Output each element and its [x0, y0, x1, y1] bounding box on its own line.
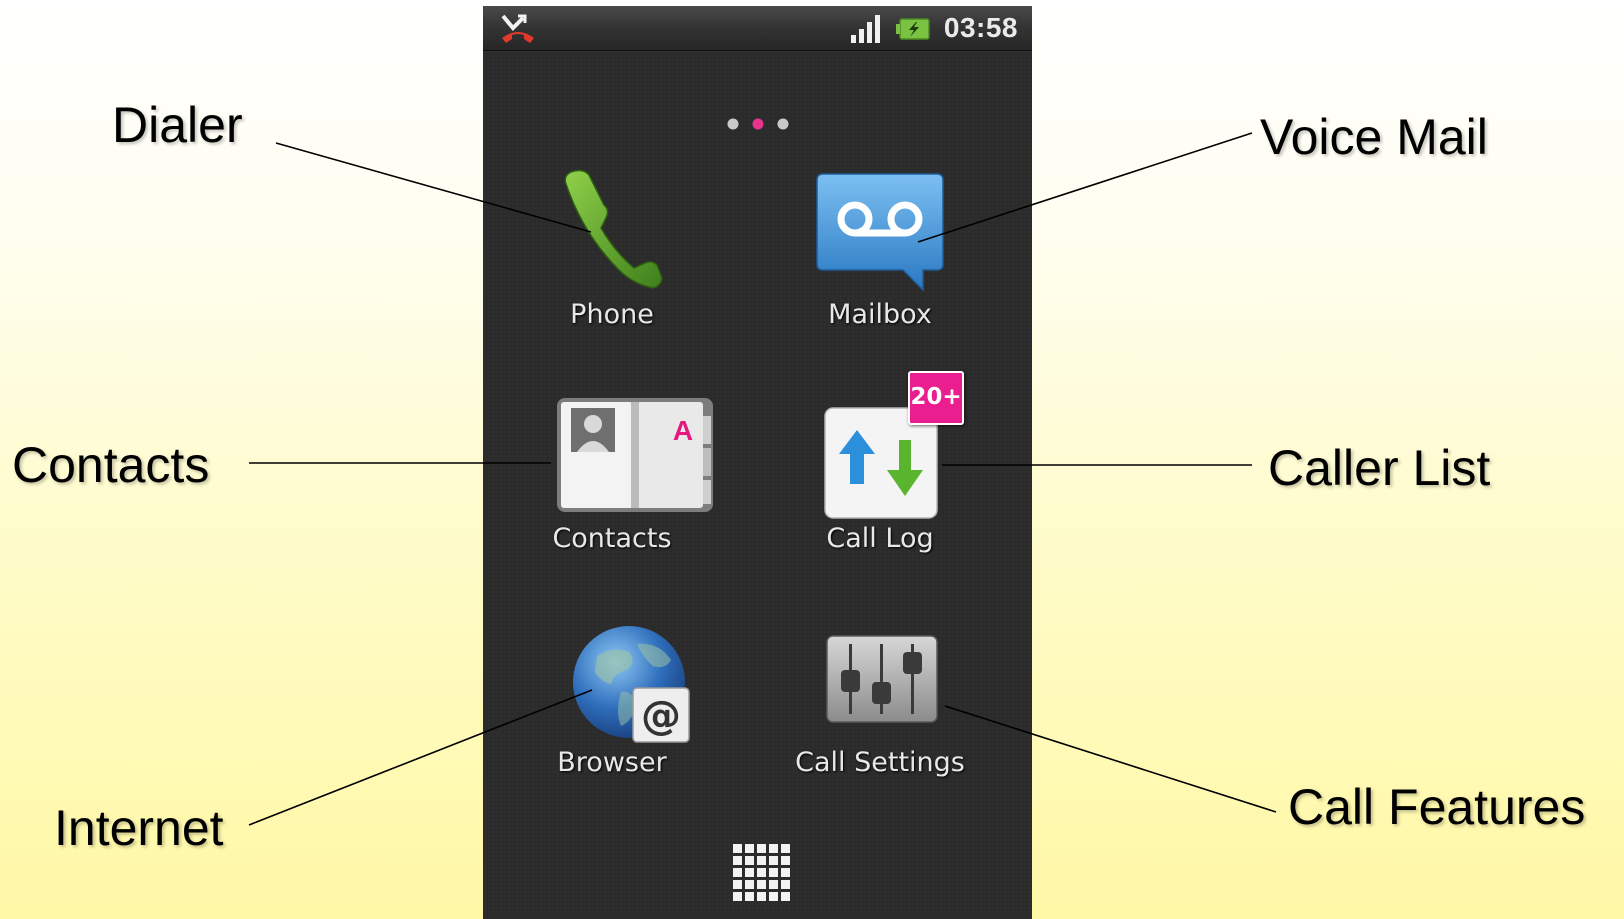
svg-text:A: A: [673, 415, 693, 446]
contacts-book-icon: A: [557, 398, 713, 512]
app-label-call-log: Call Log: [826, 523, 934, 554]
page-dot-2-active: [752, 118, 764, 130]
svg-text:@: @: [641, 693, 681, 739]
app-label-mailbox: Mailbox: [828, 299, 932, 330]
sliders-icon: [826, 635, 938, 723]
signal-icon: [851, 15, 880, 43]
call-log-badge: 20+: [908, 371, 964, 425]
page-dot-3: [777, 118, 789, 130]
app-label-call-settings: Call Settings: [795, 747, 965, 778]
callout-contacts: Contacts: [12, 437, 210, 493]
phone-screen: 03:58 Phone Mailbox A Contacts 20+ Call …: [483, 6, 1032, 919]
callout-voice-mail: Voice Mail: [1260, 109, 1488, 165]
voicemail-icon: [816, 173, 944, 292]
app-label-phone: Phone: [570, 299, 654, 330]
callout-dialer: Dialer: [112, 97, 243, 153]
call-log-badge-count: 20+: [910, 384, 962, 410]
app-label-browser: Browser: [557, 747, 667, 778]
callout-caller-list: Caller List: [1268, 440, 1491, 496]
app-label-contacts: Contacts: [552, 523, 672, 554]
status-bar: 03:58: [483, 6, 1032, 51]
page-indicator[interactable]: [723, 116, 793, 132]
callout-internet: Internet: [54, 800, 224, 856]
globe-icon: @: [573, 626, 690, 743]
page-dot-1: [727, 118, 739, 130]
status-time: 03:58: [943, 12, 1018, 43]
phone-icon: [564, 169, 663, 289]
app-grid-icon[interactable]: [732, 843, 794, 905]
battery-charging-icon: [896, 18, 930, 40]
missed-call-icon: [501, 14, 534, 43]
callout-call-features: Call Features: [1288, 779, 1586, 835]
